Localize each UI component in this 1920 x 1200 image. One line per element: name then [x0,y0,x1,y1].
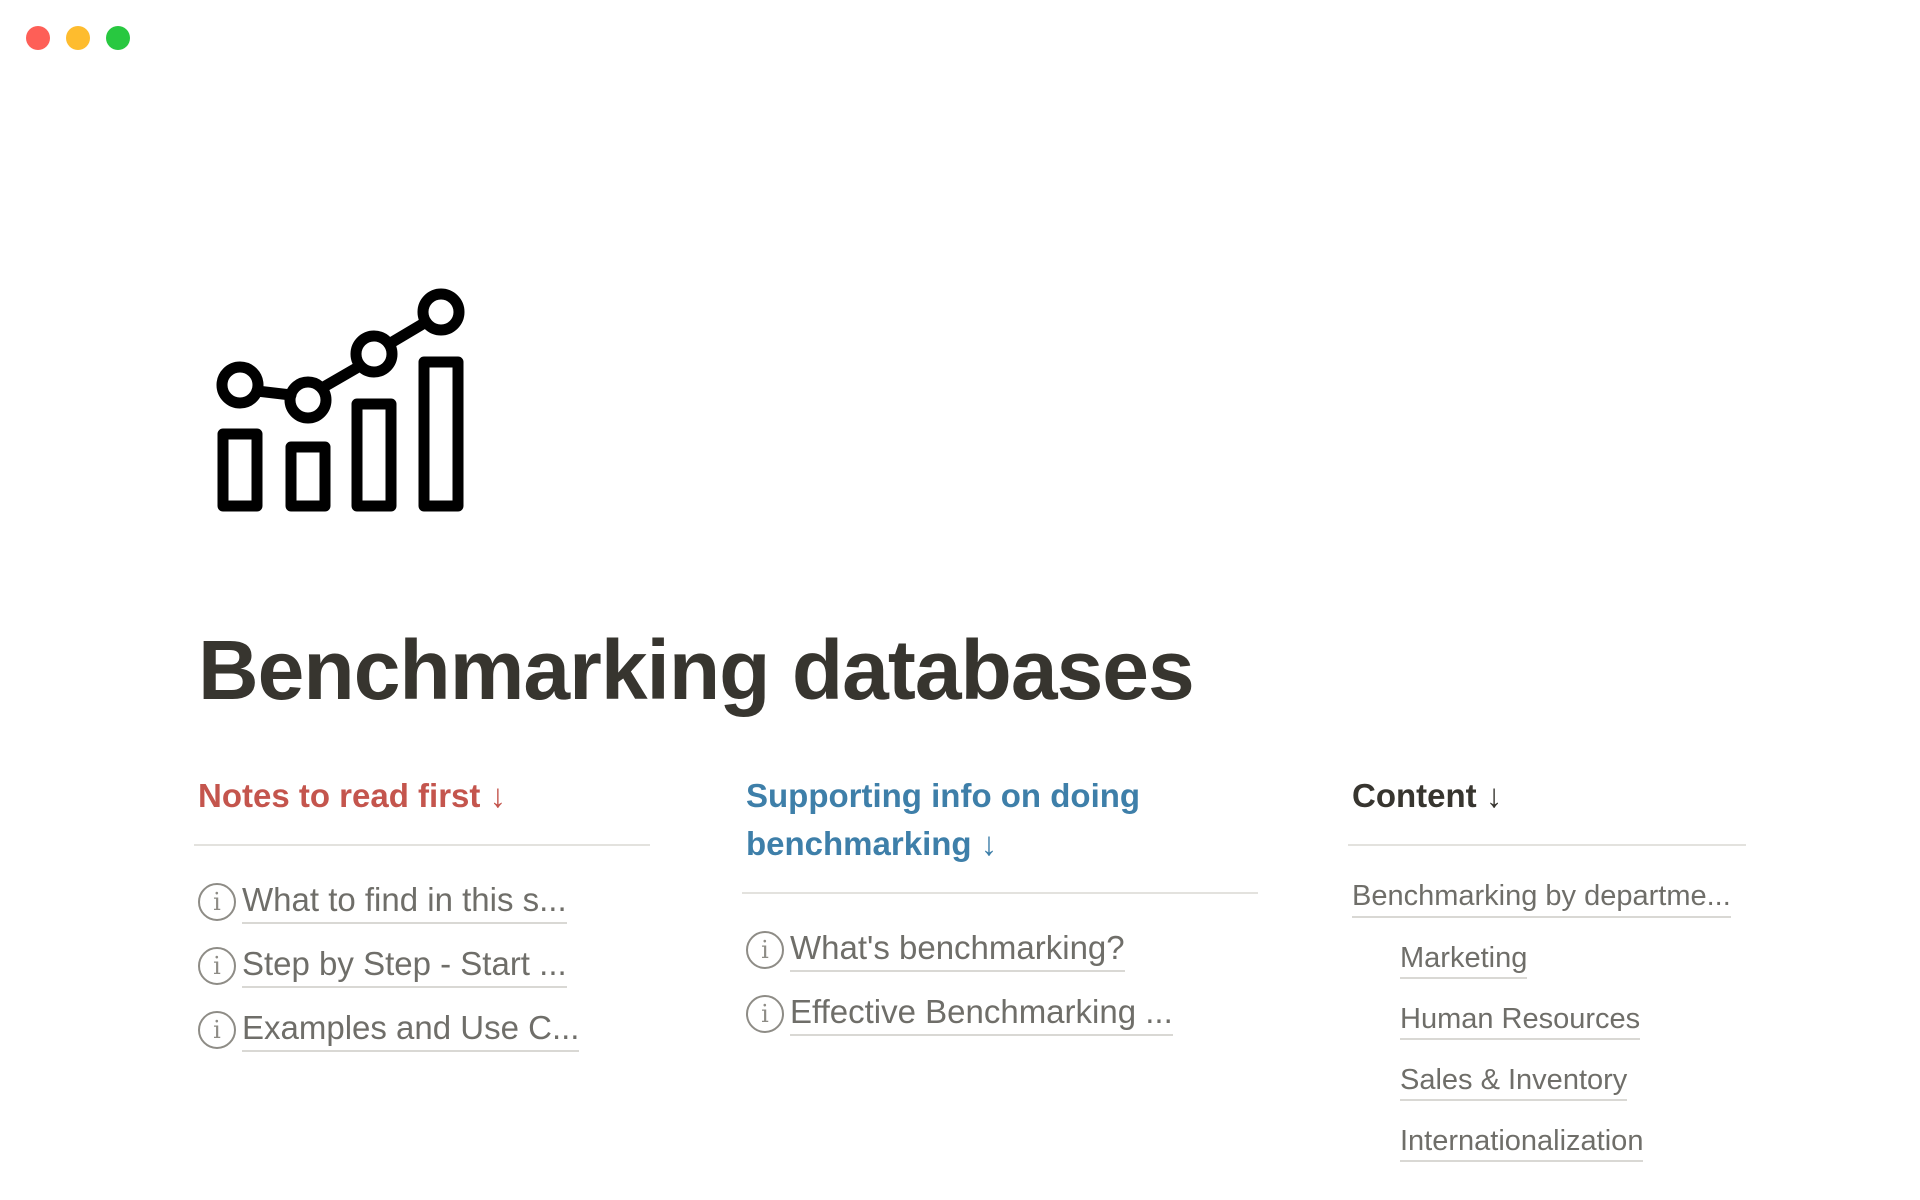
zoom-window-button[interactable] [106,26,130,50]
supporting-info-column: Supporting info on doing benchmarking ↓ … [742,772,1258,1046]
arrow-down-icon: ↓ [1485,777,1503,814]
human-resources-link[interactable]: Human Resources [1400,1000,1641,1040]
notes-link[interactable]: What to find in this s... [242,880,567,924]
internationalization-link[interactable]: Internationalization [1400,1122,1644,1162]
info-icon: i [198,1011,236,1049]
notes-link-row[interactable]: i Examples and Use C... [194,998,650,1062]
supporting-link[interactable]: What's benchmarking? [790,928,1125,972]
notes-link-row[interactable]: i What to find in this s... [194,870,650,934]
arrow-down-icon: ↓ [980,825,998,862]
divider [742,892,1258,894]
info-icon: i [198,883,236,921]
notes-column: Notes to read first ↓ i What to find in … [194,772,650,1062]
supporting-link-row[interactable]: i What's benchmarking? [742,918,1258,982]
divider [1348,844,1746,846]
page-title: Benchmarking databases [198,623,1195,717]
benchmarking-by-department-link[interactable]: Benchmarking by departme... [1352,876,1731,918]
divider [194,844,650,846]
minimize-window-button[interactable] [66,26,90,50]
list-item: Sales & Inventory [1348,1050,1746,1111]
info-icon: i [746,995,784,1033]
supporting-link-row[interactable]: i Effective Benchmarking ... [742,982,1258,1046]
notes-heading-text: Notes to read first [198,777,481,814]
window-controls [26,26,130,50]
department-list: Marketing Human Resources Sales & Invent… [1348,928,1746,1172]
notes-link[interactable]: Examples and Use C... [242,1008,580,1052]
list-item: Marketing [1348,928,1746,989]
supporting-link[interactable]: Effective Benchmarking ... [790,992,1173,1036]
app-window: Benchmarking databases Notes to read fir… [0,0,1920,1200]
notes-heading: Notes to read first ↓ [194,772,650,820]
list-item: Human Resources [1348,989,1746,1050]
supporting-info-heading: Supporting info on doing benchmarking ↓ [742,772,1258,868]
sales-inventory-link[interactable]: Sales & Inventory [1400,1061,1628,1101]
marketing-link[interactable]: Marketing [1400,939,1528,979]
supporting-heading-line2: benchmarking [746,825,972,862]
list-item: Internationalization [1348,1111,1746,1172]
chart-growth-icon[interactable] [212,284,472,514]
notes-link[interactable]: Step by Step - Start ... [242,944,567,988]
notes-link-row[interactable]: i Step by Step - Start ... [194,934,650,998]
arrow-down-icon: ↓ [489,777,507,814]
close-window-button[interactable] [26,26,50,50]
supporting-heading-line1: Supporting info on doing [746,777,1141,814]
info-icon: i [198,947,236,985]
content-heading-text: Content [1352,777,1477,814]
info-icon: i [746,931,784,969]
content-column: Content ↓ Benchmarking by departme... Ma… [1348,772,1746,1172]
content-heading: Content ↓ [1348,772,1746,820]
